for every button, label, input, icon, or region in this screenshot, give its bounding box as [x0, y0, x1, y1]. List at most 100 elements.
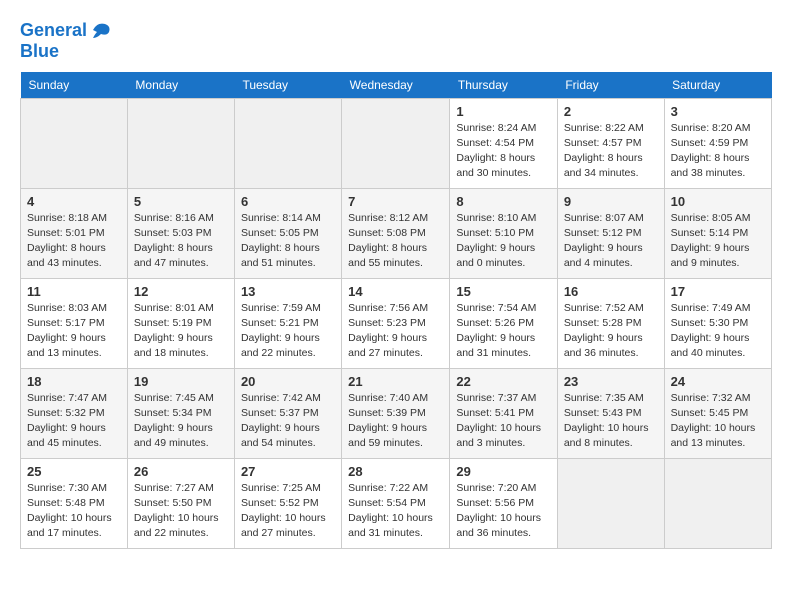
day-detail: Sunrise: 7:32 AMSunset: 5:45 PMDaylight:…: [671, 391, 765, 452]
calendar-cell: 6 Sunrise: 8:14 AMSunset: 5:05 PMDaylight…: [234, 188, 341, 278]
day-detail: Sunrise: 7:40 AMSunset: 5:39 PMDaylight:…: [348, 391, 443, 452]
day-number: 5: [134, 194, 228, 209]
weekday-header-tuesday: Tuesday: [234, 72, 341, 99]
day-number: 16: [564, 284, 658, 299]
weekday-header-saturday: Saturday: [664, 72, 771, 99]
day-detail: Sunrise: 8:12 AMSunset: 5:08 PMDaylight:…: [348, 211, 443, 272]
calendar-cell: 1Sunrise: 8:24 AMSunset: 4:54 PMDaylight…: [450, 98, 557, 188]
day-detail: Sunrise: 8:03 AMSunset: 5:17 PMDaylight:…: [27, 301, 121, 362]
day-detail: Sunrise: 7:59 AMSunset: 5:21 PMDaylight:…: [241, 301, 335, 362]
day-number: 8: [456, 194, 550, 209]
day-number: 19: [134, 374, 228, 389]
day-detail: Sunrise: 8:07 AMSunset: 5:12 PMDaylight:…: [564, 211, 658, 272]
day-detail: Sunrise: 7:45 AMSunset: 5:34 PMDaylight:…: [134, 391, 228, 452]
calendar-cell: [557, 458, 664, 548]
calendar-cell: 22 Sunrise: 7:37 AMSunset: 5:41 PMDayligh…: [450, 368, 557, 458]
day-detail: Sunrise: 8:16 AMSunset: 5:03 PMDaylight:…: [134, 211, 228, 272]
day-number: 22: [456, 374, 550, 389]
calendar-cell: 3Sunrise: 8:20 AMSunset: 4:59 PMDaylight…: [664, 98, 771, 188]
weekday-header-thursday: Thursday: [450, 72, 557, 99]
calendar-cell: 5 Sunrise: 8:16 AMSunset: 5:03 PMDaylight…: [127, 188, 234, 278]
week-row-2: 4 Sunrise: 8:18 AMSunset: 5:01 PMDaylight…: [21, 188, 772, 278]
calendar-cell: 4 Sunrise: 8:18 AMSunset: 5:01 PMDaylight…: [21, 188, 128, 278]
day-number: 12: [134, 284, 228, 299]
day-detail: Sunrise: 8:24 AMSunset: 4:54 PMDaylight:…: [456, 121, 550, 182]
week-row-5: 25 Sunrise: 7:30 AMSunset: 5:48 PMDayligh…: [21, 458, 772, 548]
calendar-cell: 10 Sunrise: 8:05 AMSunset: 5:14 PMDayligh…: [664, 188, 771, 278]
day-number: 15: [456, 284, 550, 299]
day-number: 4: [27, 194, 121, 209]
day-detail: Sunrise: 7:20 AMSunset: 5:56 PMDaylight:…: [456, 481, 550, 542]
day-detail: Sunrise: 7:54 AMSunset: 5:26 PMDaylight:…: [456, 301, 550, 362]
day-number: 21: [348, 374, 443, 389]
weekday-header-wednesday: Wednesday: [342, 72, 450, 99]
day-detail: Sunrise: 7:27 AMSunset: 5:50 PMDaylight:…: [134, 481, 228, 542]
day-number: 10: [671, 194, 765, 209]
day-detail: Sunrise: 7:47 AMSunset: 5:32 PMDaylight:…: [27, 391, 121, 452]
day-number: 28: [348, 464, 443, 479]
calendar-cell: 7 Sunrise: 8:12 AMSunset: 5:08 PMDaylight…: [342, 188, 450, 278]
day-detail: Sunrise: 8:22 AMSunset: 4:57 PMDaylight:…: [564, 121, 658, 182]
week-row-4: 18 Sunrise: 7:47 AMSunset: 5:32 PMDayligh…: [21, 368, 772, 458]
calendar-cell: [127, 98, 234, 188]
logo-blue: Blue: [20, 42, 113, 62]
day-detail: Sunrise: 7:42 AMSunset: 5:37 PMDaylight:…: [241, 391, 335, 452]
day-number: 25: [27, 464, 121, 479]
weekday-header-sunday: Sunday: [21, 72, 128, 99]
calendar-cell: 9 Sunrise: 8:07 AMSunset: 5:12 PMDaylight…: [557, 188, 664, 278]
day-number: 9: [564, 194, 658, 209]
day-detail: Sunrise: 7:35 AMSunset: 5:43 PMDaylight:…: [564, 391, 658, 452]
calendar-cell: 15 Sunrise: 7:54 AMSunset: 5:26 PMDayligh…: [450, 278, 557, 368]
calendar-cell: 8 Sunrise: 8:10 AMSunset: 5:10 PMDaylight…: [450, 188, 557, 278]
day-number: 7: [348, 194, 443, 209]
weekday-header-friday: Friday: [557, 72, 664, 99]
day-number: 2: [564, 104, 658, 119]
calendar-cell: 25 Sunrise: 7:30 AMSunset: 5:48 PMDayligh…: [21, 458, 128, 548]
calendar-cell: 20 Sunrise: 7:42 AMSunset: 5:37 PMDayligh…: [234, 368, 341, 458]
calendar-cell: 29 Sunrise: 7:20 AMSunset: 5:56 PMDayligh…: [450, 458, 557, 548]
calendar-cell: 23Sunrise: 7:35 AMSunset: 5:43 PMDayligh…: [557, 368, 664, 458]
calendar-table: SundayMondayTuesdayWednesdayThursdayFrid…: [20, 72, 772, 549]
week-row-3: 11Sunrise: 8:03 AMSunset: 5:17 PMDayligh…: [21, 278, 772, 368]
calendar-cell: 24 Sunrise: 7:32 AMSunset: 5:45 PMDayligh…: [664, 368, 771, 458]
page-header: General Blue: [20, 20, 772, 62]
day-number: 18: [27, 374, 121, 389]
day-detail: Sunrise: 8:20 AMSunset: 4:59 PMDaylight:…: [671, 121, 765, 182]
day-detail: Sunrise: 7:37 AMSunset: 5:41 PMDaylight:…: [456, 391, 550, 452]
calendar-cell: 2 Sunrise: 8:22 AMSunset: 4:57 PMDaylight…: [557, 98, 664, 188]
calendar-cell: 17 Sunrise: 7:49 AMSunset: 5:30 PMDayligh…: [664, 278, 771, 368]
day-number: 17: [671, 284, 765, 299]
day-number: 6: [241, 194, 335, 209]
calendar-cell: [21, 98, 128, 188]
day-detail: Sunrise: 7:49 AMSunset: 5:30 PMDaylight:…: [671, 301, 765, 362]
day-detail: Sunrise: 7:30 AMSunset: 5:48 PMDaylight:…: [27, 481, 121, 542]
calendar-cell: 13 Sunrise: 7:59 AMSunset: 5:21 PMDayligh…: [234, 278, 341, 368]
calendar-cell: 26Sunrise: 7:27 AMSunset: 5:50 PMDayligh…: [127, 458, 234, 548]
day-number: 14: [348, 284, 443, 299]
day-number: 24: [671, 374, 765, 389]
calendar-cell: 18 Sunrise: 7:47 AMSunset: 5:32 PMDayligh…: [21, 368, 128, 458]
day-detail: Sunrise: 7:22 AMSunset: 5:54 PMDaylight:…: [348, 481, 443, 542]
day-number: 20: [241, 374, 335, 389]
logo-general: General: [20, 20, 87, 40]
logo: General Blue: [20, 20, 113, 62]
weekday-header-monday: Monday: [127, 72, 234, 99]
day-detail: Sunrise: 8:14 AMSunset: 5:05 PMDaylight:…: [241, 211, 335, 272]
calendar-cell: 28 Sunrise: 7:22 AMSunset: 5:54 PMDayligh…: [342, 458, 450, 548]
day-number: 27: [241, 464, 335, 479]
calendar-cell: 11Sunrise: 8:03 AMSunset: 5:17 PMDayligh…: [21, 278, 128, 368]
day-number: 13: [241, 284, 335, 299]
week-row-1: 1Sunrise: 8:24 AMSunset: 4:54 PMDaylight…: [21, 98, 772, 188]
calendar-cell: [342, 98, 450, 188]
calendar-cell: 21 Sunrise: 7:40 AMSunset: 5:39 PMDayligh…: [342, 368, 450, 458]
day-number: 29: [456, 464, 550, 479]
day-detail: Sunrise: 8:18 AMSunset: 5:01 PMDaylight:…: [27, 211, 121, 272]
day-detail: Sunrise: 8:05 AMSunset: 5:14 PMDaylight:…: [671, 211, 765, 272]
weekday-header-row: SundayMondayTuesdayWednesdayThursdayFrid…: [21, 72, 772, 99]
day-detail: Sunrise: 7:52 AMSunset: 5:28 PMDaylight:…: [564, 301, 658, 362]
day-detail: Sunrise: 8:01 AMSunset: 5:19 PMDaylight:…: [134, 301, 228, 362]
calendar-cell: 14Sunrise: 7:56 AMSunset: 5:23 PMDayligh…: [342, 278, 450, 368]
calendar-cell: 16 Sunrise: 7:52 AMSunset: 5:28 PMDayligh…: [557, 278, 664, 368]
calendar-cell: 19 Sunrise: 7:45 AMSunset: 5:34 PMDayligh…: [127, 368, 234, 458]
day-detail: Sunrise: 8:10 AMSunset: 5:10 PMDaylight:…: [456, 211, 550, 272]
